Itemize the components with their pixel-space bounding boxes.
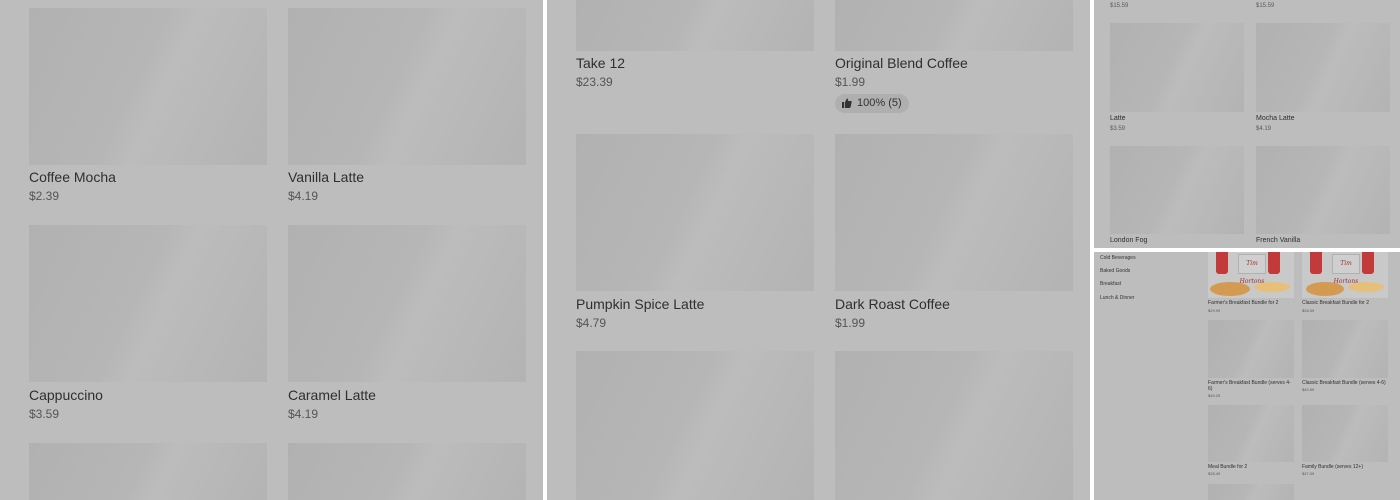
hash-brown-icon [1254, 282, 1290, 292]
product-price: $40.59 [1302, 387, 1315, 392]
product-price: $3.59 [29, 407, 60, 421]
product-price: $45.29 [1208, 393, 1221, 398]
product-price: $29.99 [1208, 308, 1221, 313]
product-price: $2.39 [29, 189, 60, 203]
product-image[interactable] [1110, 23, 1244, 112]
product-image[interactable] [835, 351, 1073, 500]
product-price: $4.19 [1256, 126, 1272, 132]
product-image[interactable] [1256, 146, 1390, 234]
product-image[interactable] [835, 0, 1073, 51]
product-image[interactable] [1208, 320, 1294, 378]
product-image[interactable] [1110, 146, 1244, 234]
product-image[interactable] [1208, 405, 1294, 462]
product-image[interactable] [288, 8, 526, 165]
product-image[interactable] [29, 8, 267, 165]
category-cold-beverages[interactable]: Cold Beverages [1100, 255, 1136, 261]
coffee-cup-icon [1362, 252, 1374, 274]
product-name[interactable]: Vanilla Latte [288, 169, 364, 185]
product-name[interactable]: Farmer's Breakfast Bundle (serves 4-6) [1208, 380, 1294, 392]
product-name[interactable]: Classic Breakfast Bundle for 2 [1302, 300, 1369, 306]
product-image[interactable] [1256, 23, 1390, 112]
product-name[interactable]: Pumpkin Spice Latte [576, 296, 704, 312]
category-baked-goods[interactable]: Baked Goods [1100, 268, 1130, 274]
hash-brown-icon [1348, 282, 1384, 292]
product-name[interactable]: Cappuccino [29, 387, 103, 403]
product-price: $23.39 [576, 75, 613, 89]
product-price: $15.59 [1110, 3, 1129, 9]
product-name[interactable]: Take 12 [576, 55, 625, 71]
category-breakfast[interactable]: Breakfast [1100, 281, 1121, 287]
product-price: $1.99 [835, 316, 866, 330]
product-name[interactable]: Dark Roast Coffee [835, 296, 950, 312]
product-price: $4.19 [288, 189, 319, 203]
product-image[interactable] [1208, 484, 1294, 500]
product-image[interactable] [835, 134, 1073, 291]
product-price: $28.59 [1302, 308, 1315, 313]
product-name[interactable]: Mocha Latte [1256, 115, 1295, 122]
product-image[interactable] [1302, 320, 1388, 378]
product-image[interactable] [576, 134, 814, 291]
product-price: $28.49 [1208, 471, 1221, 476]
product-name[interactable]: Family Bundle (serves 12+) [1302, 464, 1363, 470]
product-image[interactable] [288, 443, 526, 500]
product-price: $1.99 [835, 75, 866, 89]
product-name[interactable]: Farmer's Breakfast Bundle for 2 [1208, 300, 1278, 306]
product-name[interactable]: Meal Bundle for 2 [1208, 464, 1247, 470]
coffee-cup-icon [1216, 252, 1228, 274]
product-image[interactable] [288, 225, 526, 382]
product-image[interactable] [1302, 405, 1388, 462]
category-lunch-dinner[interactable]: Lunch & Dinner [1100, 295, 1134, 301]
product-image[interactable] [29, 225, 267, 382]
product-price: $15.59 [1256, 3, 1275, 9]
product-name[interactable]: Original Blend Coffee [835, 55, 968, 71]
brand-box: Tim Hortons [1238, 254, 1266, 285]
product-price: $4.79 [576, 316, 607, 330]
sandwich-icon [1306, 282, 1344, 296]
product-image[interactable] [576, 351, 814, 500]
product-photo[interactable]: Tim Hortons [1302, 252, 1388, 298]
product-price: $47.09 [1302, 471, 1315, 476]
brand-box: Tim Hortons [1332, 254, 1360, 285]
menu-panel-left: Coffee Mocha $2.39 Vanilla Latte $4.19 C… [0, 0, 543, 500]
product-name[interactable]: London Fog [1110, 237, 1147, 244]
product-image[interactable] [29, 443, 267, 500]
product-name[interactable]: Coffee Mocha [29, 169, 116, 185]
thumbs-up-icon [842, 98, 852, 108]
rating-badge: 100% (5) [835, 94, 909, 113]
product-price: $3.59 [1110, 126, 1126, 132]
rating-text: 100% (5) [857, 97, 902, 109]
coffee-cup-icon [1268, 252, 1280, 274]
coffee-cup-icon [1310, 252, 1322, 274]
product-photo[interactable]: Tim Hortons [1208, 252, 1294, 298]
sandwich-icon [1210, 282, 1250, 296]
product-price: $4.19 [288, 407, 319, 421]
product-image[interactable] [576, 0, 814, 51]
product-name[interactable]: Classic Breakfast Bundle (serves 4-6) [1302, 380, 1386, 386]
product-name[interactable]: French Vanilla [1256, 237, 1300, 244]
product-name[interactable]: Latte [1110, 115, 1126, 122]
product-name[interactable]: Caramel Latte [288, 387, 376, 403]
